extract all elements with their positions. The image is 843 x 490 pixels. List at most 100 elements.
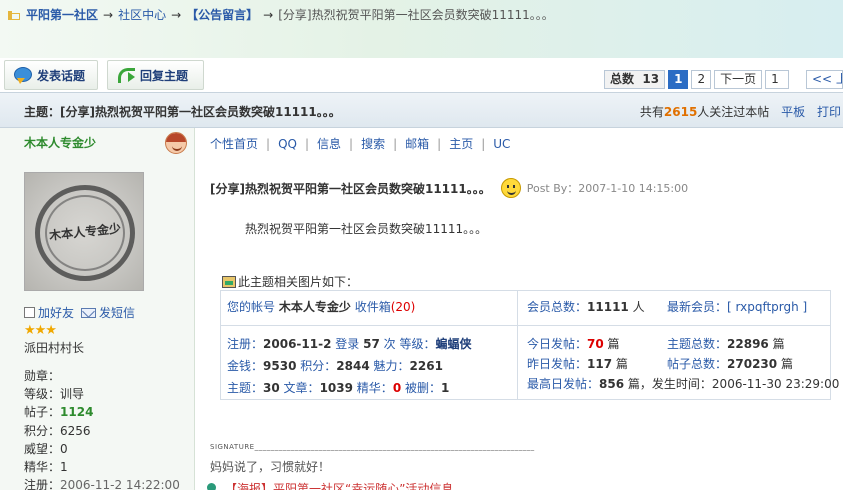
user-name[interactable]: 木本人专金少 [24,134,96,151]
level-label: 等级： [399,337,436,351]
nav-separator: | [437,137,442,151]
folder-icon [8,9,20,21]
max-time: 2006-11-30 23:29:00 [711,377,840,391]
new-topic-label: 发表话题 [37,68,86,83]
stat-label: 威望： [24,441,61,456]
stat-label: 等级： [24,387,61,402]
pager-total: 总数 13 [604,70,666,89]
stat-level: 等级：训导 [24,385,180,403]
post-images-label: 此主题相关图片如下： [238,275,359,289]
signature-text: 妈妈说了，习惯就好！ [210,460,331,474]
watch-suffix: 人关注过本帖 [697,105,770,119]
total-topics-value: 22896 [727,337,769,351]
user-face-icon [165,132,187,154]
nav-search[interactable]: 搜索 [361,137,385,151]
total-topics-label: 主题总数： [667,337,728,351]
post-title-row: [分享]热烈祝贺平阳第一社区会员数突破11111。。。 Post By：2007… [210,178,688,198]
post-images-label-row: 此主题相关图片如下： [222,273,358,290]
members-value: 11111 [587,300,629,314]
deleted-label: 被删： [405,381,442,395]
topics-value: 30 [263,381,280,395]
nav-homepage[interactable]: 个性首页 [210,137,258,151]
stat-value: 1 [60,460,68,475]
account-label: 您的帐号 [227,300,276,314]
topic-header: 主题：[分享]热烈祝贺平阳第一社区会员数突破11111。。。 共有2615人关注… [0,92,843,128]
login-label: 登录 [335,337,360,351]
divider [517,291,518,399]
deleted-value: 1 [441,381,450,395]
today-label: 今日发帖： [527,337,588,351]
charm-label: 魅力： [373,359,410,373]
divider [221,325,517,326]
members-label: 会员总数： [527,300,588,314]
reg-label: 注册： [227,337,264,351]
nav-email[interactable]: 邮箱 [405,137,429,151]
stat-label: 注册： [24,478,61,490]
pager-jump-input[interactable]: 1 [765,70,790,89]
breadcrumb-current: [分享]热烈祝贺平阳第一社区会员数突破11111。。。 [278,8,554,22]
account-name-link[interactable]: 木本人专金少 [279,300,351,314]
flat-view-link[interactable]: 平板 [781,105,805,119]
new-topic-button[interactable]: 发表话题 [4,60,98,90]
watch-prefix: 共有 [639,105,664,119]
nav-separator: | [266,137,271,151]
score-label: 积分： [300,359,337,373]
yesterday-label: 昨日发帖： [527,357,588,371]
newest-member-row: 最新会员：[ rxpqftprgh ] [667,298,807,315]
total-posts-label: 帖子总数： [667,357,728,371]
breadcrumb: 平阳第一社区 → 社区中心 → 【公告留言】 → [分享]热烈祝贺平阳第一社区会… [8,6,554,23]
envelope-icon[interactable] [81,307,97,318]
score-value: 2844 [336,359,370,373]
members-row: 会员总数：11111 人 [527,298,645,315]
money-row: 金钱：9530 积分：2844 魅力：2261 [227,357,443,374]
stat-medal: 勋章： [24,367,180,385]
reply-label: 回复主题 [140,68,189,83]
nav-separator: | [304,137,309,151]
stat-label: 帖子： [24,405,61,420]
send-message-link[interactable]: 发短信 [99,304,135,321]
breadcrumb-board-link[interactable]: 【公告留言】 [186,6,258,23]
stat-essence: 精华：1 [24,458,180,476]
today-row: 今日发帖：70 篇 [527,335,620,352]
next-post-title[interactable]: 【海报】平阳第一社区“幸运随心”活动信息 [225,480,453,490]
breadcrumb-home-link[interactable]: 平阳第一社区 [26,6,98,23]
pager-page-1[interactable]: 1 [668,70,689,89]
essence-value: 0 [392,381,402,395]
watch-count: 2615 [663,105,698,119]
topic-bullet-icon [207,483,216,490]
action-bar: 发表话题 回复主题 总数 13 1 2 下一页 1 << 上一 [0,58,843,92]
pager-prev[interactable]: << 上一 [806,70,843,89]
account-row: 您的帐号 木本人专金少 收件箱(20) [227,298,415,315]
nav-mainpage[interactable]: 主页 [449,137,473,151]
times-label: 次 [383,337,396,351]
yesterday-unit: 篇 [615,357,628,371]
total-posts-value: 270230 [727,357,778,371]
pager-next[interactable]: 下一页 [714,70,763,89]
stat-value: 6256 [60,423,91,438]
user-sidebar: 木本人专金少 木本人专金少 加好友 发短信 ★★★ 派田村村长 勋章： 等级：训… [0,128,195,490]
smiley-icon [500,178,521,198]
max-value: 856 [599,377,625,391]
reply-arrow-icon [116,66,136,84]
total-topics-row: 主题总数：22896 篇 [667,335,785,352]
reply-button[interactable]: 回复主题 [107,60,204,90]
print-link[interactable]: 打印 [817,105,841,119]
newest-member-link[interactable]: [ rxpqftprgh ] [727,300,807,314]
topic-watch-info: 共有2615人关注过本帖 平板 打印 [640,103,841,120]
inbox-link[interactable]: 收件箱 [355,300,391,314]
topics-row: 主题：30 文章：1039 精华：0 被删：1 [227,379,449,396]
next-post-strip: 【海报】平阳第一社区“幸运随心”活动信息 [195,480,843,490]
nav-uc[interactable]: UC [493,137,510,151]
nav-separator: | [481,137,486,151]
pager-page-2[interactable]: 2 [691,70,712,89]
add-friend-link[interactable]: 加好友 [38,304,74,321]
breadcrumb-center-link[interactable]: 社区中心 [118,6,166,23]
nav-separator: | [393,137,398,151]
add-friend-checkbox-icon[interactable] [24,307,35,318]
signature-divider: SIGNATURE_______________________________… [210,443,535,451]
stat-label: 积分： [24,423,61,438]
stat-value: 训导 [60,387,85,402]
nav-info[interactable]: 信息 [317,137,341,151]
nav-qq[interactable]: QQ [278,137,297,151]
stat-value: 1124 [60,405,94,420]
